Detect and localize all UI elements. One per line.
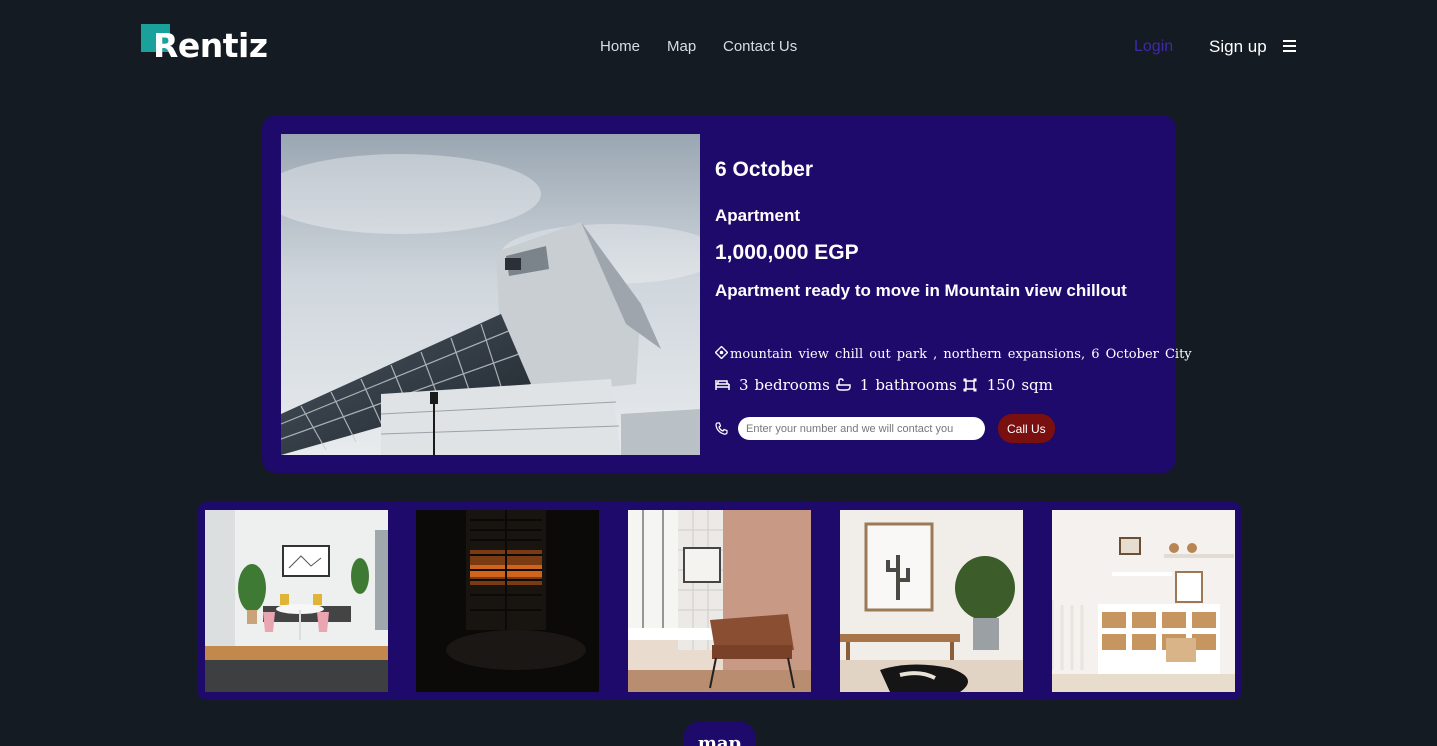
hamburger-icon[interactable] [1283,40,1296,52]
gallery-image-nursery[interactable] [1052,510,1235,692]
nav-map[interactable]: Map [667,38,696,55]
gallery-image-living-room[interactable] [205,510,388,692]
call-us-button[interactable]: Call Us [998,414,1055,443]
login-link[interactable]: Login [1134,38,1173,56]
listing-address: mountain view chill out park , northern … [714,345,1192,363]
nav-home[interactable]: Home [600,38,640,55]
logo[interactable]: Rentiz [141,24,271,65]
listing-price: 1,000,000 EGP [715,241,859,264]
building-photo [281,134,700,455]
listing-info: 6 October Apartment 1,000,000 EGP Apartm… [714,115,1192,473]
bathrooms-label: bathrooms [875,376,957,394]
gallery-image-dark-window[interactable] [416,510,599,692]
gallery-image-cactus-print[interactable] [840,510,1023,692]
nav-contact-us[interactable]: Contact Us [723,38,797,55]
location-pin-icon [714,345,729,363]
bed-icon [715,378,730,392]
page: Rentiz Home Map Contact Us Login Sign up [0,0,1437,746]
area-icon [963,378,977,392]
contact-row: Call Us [715,414,1055,443]
area-unit: sqm [1021,376,1053,394]
listing-features: 3 bedrooms 1 bathrooms 150 sqm [715,376,1059,394]
gallery-image-armchair[interactable] [628,510,811,692]
area-value: 150 [986,376,1016,394]
bathrooms-count: 1 [859,376,870,394]
listing-title: Apartment ready to move in Mountain view… [715,281,1127,300]
logo-text: Rentiz [153,26,268,65]
bedrooms-label: bedrooms [754,376,830,394]
listing-card: 6 October Apartment 1,000,000 EGP Apartm… [262,115,1192,473]
photo-gallery [197,502,1242,700]
map-button[interactable]: map [683,721,756,746]
bedrooms-count: 3 [739,376,749,394]
listing-city: 6 October [715,158,814,181]
phone-icon [715,422,728,435]
listing-type: Apartment [715,206,801,225]
phone-number-input[interactable] [738,417,985,440]
bath-icon [836,378,851,392]
signup-link[interactable]: Sign up [1209,37,1267,57]
address-text: mountain view chill out park , northern … [730,347,1192,362]
